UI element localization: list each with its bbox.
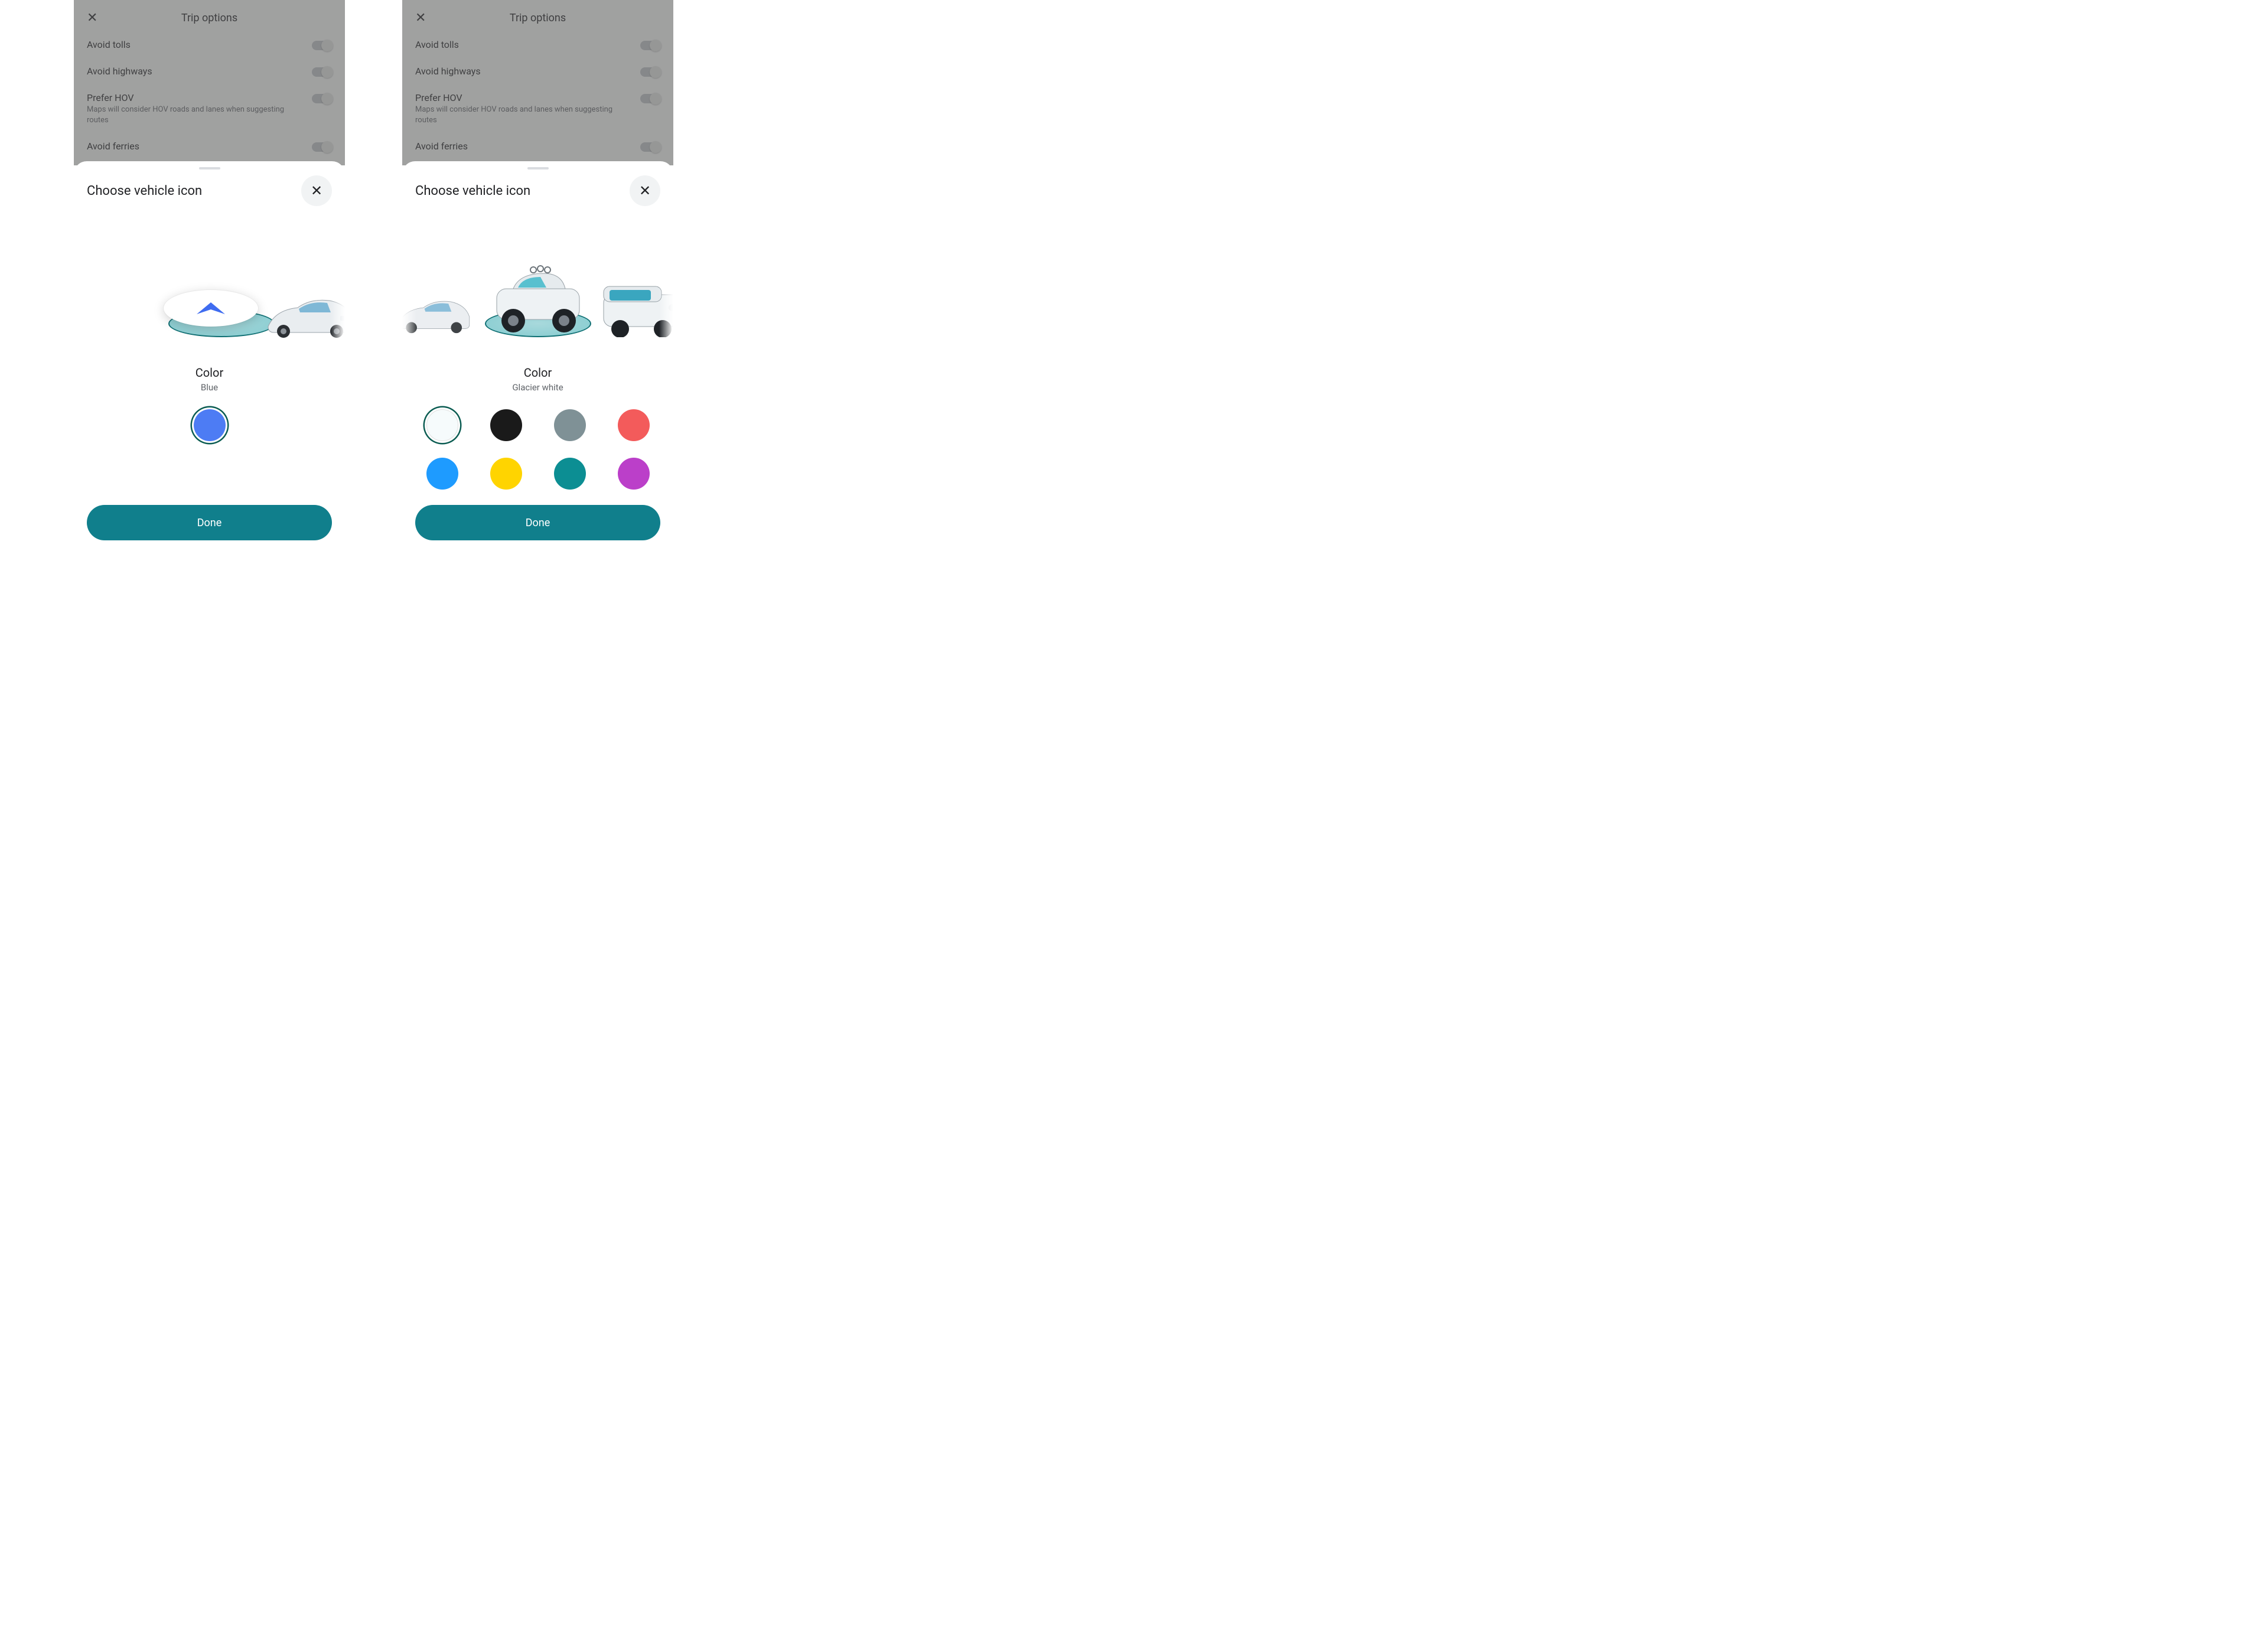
color-swatch-yellow[interactable] xyxy=(490,458,522,490)
toggle[interactable] xyxy=(312,67,332,77)
option-avoid-highways[interactable]: Avoid highways xyxy=(415,56,660,83)
option-prefer-hov[interactable]: Prefer HOV Maps will consider HOV roads … xyxy=(415,83,660,131)
trip-options-backdrop: ✕ Trip options Avoid tolls Avoid highway… xyxy=(402,0,673,165)
option-avoid-tolls[interactable]: Avoid tolls xyxy=(415,30,660,56)
toggle[interactable] xyxy=(640,94,660,103)
option-avoid-tolls[interactable]: Avoid tolls xyxy=(87,30,332,56)
choose-vehicle-sheet: Choose vehicle icon ✕ xyxy=(74,161,345,552)
done-button[interactable]: Done xyxy=(87,505,332,540)
color-swatch-glacier-white[interactable] xyxy=(426,409,458,441)
done-button[interactable]: Done xyxy=(415,505,660,540)
sheet-drag-handle[interactable] xyxy=(199,167,220,169)
close-icon: ✕ xyxy=(639,182,651,199)
toggle[interactable] xyxy=(640,142,660,152)
color-swatches xyxy=(87,409,332,441)
color-heading: Color xyxy=(87,366,332,380)
option-avoid-ferries[interactable]: Avoid ferries xyxy=(87,131,332,158)
color-swatch-red[interactable] xyxy=(618,409,650,441)
toggle[interactable] xyxy=(312,94,332,103)
vehicle-option-truck[interactable] xyxy=(487,263,589,334)
trip-options-title: Trip options xyxy=(87,12,332,24)
color-swatch-magenta[interactable] xyxy=(618,458,650,490)
vehicle-carousel[interactable] xyxy=(87,230,332,348)
choose-vehicle-sheet: Choose vehicle icon ✕ xyxy=(402,161,673,552)
selected-color-name: Glacier white xyxy=(415,382,660,393)
close-sheet-button[interactable]: ✕ xyxy=(630,175,660,206)
sheet-title: Choose vehicle icon xyxy=(87,184,202,198)
color-swatch-sky-blue[interactable] xyxy=(426,458,458,490)
color-swatches xyxy=(415,409,660,490)
color-swatch-blue[interactable] xyxy=(194,409,226,441)
color-swatch-grey[interactable] xyxy=(554,409,586,441)
close-sheet-button[interactable]: ✕ xyxy=(301,175,332,206)
color-swatch-teal[interactable] xyxy=(554,458,586,490)
option-prefer-hov[interactable]: Prefer HOV Maps will consider HOV roads … xyxy=(87,83,332,131)
navigation-arrow-icon xyxy=(194,299,227,318)
selected-color-name: Blue xyxy=(87,382,332,393)
sheet-drag-handle[interactable] xyxy=(527,167,549,169)
color-heading: Color xyxy=(415,366,660,380)
toggle[interactable] xyxy=(312,41,332,50)
close-icon: ✕ xyxy=(311,182,322,199)
trip-options-title: Trip options xyxy=(415,12,660,24)
option-avoid-highways[interactable]: Avoid highways xyxy=(87,56,332,83)
sheet-title: Choose vehicle icon xyxy=(415,184,530,198)
vehicle-carousel[interactable] xyxy=(415,230,660,348)
toggle[interactable] xyxy=(640,67,660,77)
trip-options-backdrop: ✕ Trip options Avoid tolls Avoid highway… xyxy=(74,0,345,165)
option-avoid-ferries[interactable]: Avoid ferries xyxy=(415,131,660,158)
color-swatch-black[interactable] xyxy=(490,409,522,441)
toggle[interactable] xyxy=(312,142,332,152)
toggle[interactable] xyxy=(640,41,660,50)
vehicle-option-arrow[interactable] xyxy=(164,290,258,327)
